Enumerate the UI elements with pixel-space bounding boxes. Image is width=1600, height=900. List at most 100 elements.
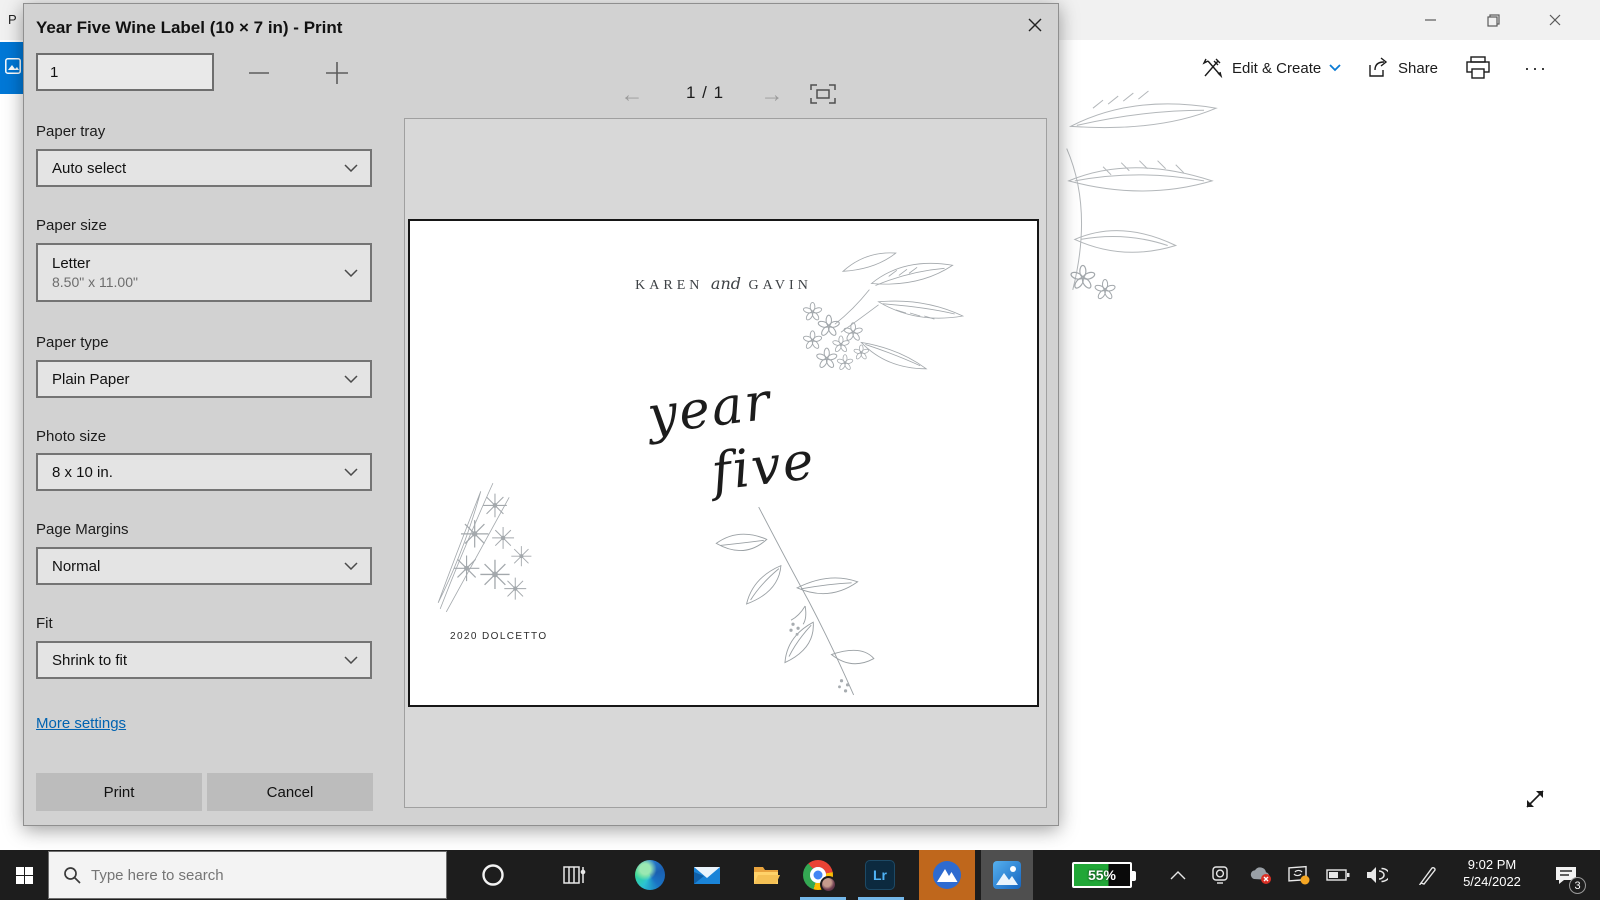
wine-label-preview-page: KAREN and GAVIN year five 2020 DOLCETTO bbox=[408, 219, 1039, 707]
battery-tray-button[interactable] bbox=[1320, 850, 1356, 900]
chevron-down-icon bbox=[344, 463, 358, 481]
print-button[interactable]: Print bbox=[36, 773, 202, 811]
task-view-icon bbox=[563, 866, 586, 884]
close-icon bbox=[1028, 18, 1042, 32]
search-icon bbox=[64, 867, 81, 884]
paper-type-label: Paper type bbox=[36, 334, 109, 351]
dialog-title: Year Five Wine Label (10 × 7 in) - Print bbox=[36, 18, 343, 37]
fit-dropdown[interactable]: Shrink to fit bbox=[36, 641, 372, 679]
paper-size-label: Paper size bbox=[36, 217, 107, 234]
page-margins-dropdown[interactable]: Normal bbox=[36, 547, 372, 585]
chrome-taskbar-button[interactable] bbox=[794, 850, 842, 900]
app-title-partial: P bbox=[8, 12, 17, 27]
photos-icon bbox=[993, 861, 1021, 889]
minimize-button[interactable] bbox=[1408, 0, 1454, 40]
photo-size-dropdown[interactable]: 8 x 10 in. bbox=[36, 453, 372, 491]
chevron-down-icon bbox=[344, 557, 358, 575]
edge-taskbar-button[interactable] bbox=[626, 850, 674, 900]
bottom-sprig-sketch bbox=[715, 506, 875, 696]
photos-taskbar-button[interactable] bbox=[981, 850, 1033, 900]
edge-icon bbox=[635, 860, 665, 890]
print-preview-panel: KAREN and GAVIN year five 2020 DOLCETTO bbox=[404, 118, 1047, 808]
start-button[interactable] bbox=[0, 850, 48, 900]
photo-size-label: Photo size bbox=[36, 428, 107, 445]
restore-button[interactable] bbox=[1470, 0, 1516, 40]
camera-tray-button[interactable] bbox=[1202, 850, 1238, 900]
clock-time: 9:02 PM bbox=[1467, 857, 1517, 872]
close-icon bbox=[1549, 14, 1561, 26]
chrome-icon bbox=[803, 860, 837, 893]
action-center-button[interactable]: 3 bbox=[1540, 850, 1592, 900]
share-label: Share bbox=[1398, 59, 1439, 77]
chevron-up-icon bbox=[1170, 871, 1186, 880]
restore-icon bbox=[1486, 13, 1500, 27]
print-button-toolbar[interactable] bbox=[1465, 40, 1491, 96]
increase-copies-button[interactable] bbox=[314, 56, 360, 90]
edit-create-icon bbox=[1202, 58, 1223, 79]
share-icon bbox=[1369, 57, 1388, 77]
pen-icon bbox=[1418, 867, 1436, 885]
battery-percentage-widget[interactable]: 55% bbox=[1072, 862, 1136, 888]
minimize-icon bbox=[1425, 19, 1436, 21]
cloud-error-icon bbox=[1250, 867, 1271, 884]
lightroom-icon: Lr bbox=[865, 860, 895, 890]
paper-tray-dropdown[interactable]: Auto select bbox=[36, 149, 372, 187]
taskbar-search[interactable] bbox=[48, 851, 447, 899]
more-settings-link[interactable]: More settings bbox=[36, 715, 126, 732]
dialog-close-button[interactable] bbox=[1018, 10, 1052, 40]
fit-to-screen-button[interactable] bbox=[809, 83, 837, 105]
clock[interactable]: 9:02 PM 5/24/2022 bbox=[1442, 856, 1542, 890]
close-window-button[interactable] bbox=[1532, 0, 1578, 40]
desktop: P Edit & Create Share ··· Year Five Wine… bbox=[0, 0, 1600, 900]
pen-tray-button[interactable] bbox=[1409, 850, 1445, 900]
paper-size-dropdown[interactable]: Letter 8.50" x 11.00" bbox=[36, 243, 372, 302]
display-sync-icon bbox=[1288, 865, 1310, 885]
background-botanical-sketch bbox=[1066, 90, 1218, 300]
cortana-icon bbox=[482, 864, 504, 886]
chevron-down-icon bbox=[344, 651, 358, 669]
file-explorer-icon bbox=[754, 867, 780, 884]
battery-icon bbox=[1326, 869, 1350, 881]
taskbar: Lr 55% bbox=[0, 850, 1600, 900]
paper-type-dropdown[interactable]: Plain Paper bbox=[36, 360, 372, 398]
cancel-button[interactable]: Cancel bbox=[207, 773, 373, 811]
file-explorer-taskbar-button[interactable] bbox=[742, 850, 790, 900]
minus-icon bbox=[249, 72, 269, 74]
fit-label: Fit bbox=[36, 615, 53, 632]
paper-tray-label: Paper tray bbox=[36, 123, 106, 140]
names-joiner: and bbox=[710, 274, 741, 293]
chevron-down-icon bbox=[344, 370, 358, 388]
task-view-button[interactable] bbox=[551, 850, 599, 900]
expand-fullscreen-button[interactable] bbox=[1522, 786, 1552, 816]
display-sync-tray-button[interactable] bbox=[1281, 850, 1317, 900]
volume-tray-button[interactable] bbox=[1359, 850, 1395, 900]
arrow-right-icon: → bbox=[760, 80, 784, 107]
edit-create-label: Edit & Create bbox=[1232, 59, 1322, 77]
ellipsis-icon: ··· bbox=[1524, 57, 1548, 78]
previous-page-button[interactable]: ← bbox=[612, 78, 652, 110]
mail-taskbar-button[interactable] bbox=[683, 850, 731, 900]
volume-icon bbox=[1367, 867, 1388, 883]
lightroom-taskbar-button[interactable]: Lr bbox=[856, 850, 904, 900]
share-button[interactable]: Share bbox=[1366, 40, 1438, 96]
notification-count-badge: 3 bbox=[1569, 877, 1586, 894]
next-page-button[interactable]: → bbox=[752, 78, 792, 110]
decrease-copies-button[interactable] bbox=[236, 56, 282, 90]
photos-glyph-icon bbox=[5, 58, 21, 74]
cortana-button[interactable] bbox=[469, 850, 517, 900]
search-input[interactable] bbox=[91, 866, 391, 884]
left-flowers-sketch bbox=[437, 482, 532, 613]
mail-icon bbox=[694, 867, 720, 884]
plus-icon bbox=[326, 62, 348, 84]
nordvpn-taskbar-button[interactable] bbox=[919, 850, 975, 900]
clock-date: 5/24/2022 bbox=[1463, 874, 1521, 889]
onedrive-tray-button[interactable] bbox=[1243, 850, 1279, 900]
chevron-down-icon bbox=[344, 159, 358, 177]
see-more-button[interactable]: ··· bbox=[1524, 40, 1548, 96]
vintage-text: 2020 DOLCETTO bbox=[450, 631, 548, 642]
page-margins-label: Page Margins bbox=[36, 521, 129, 538]
page-indicator: 1 / 1 bbox=[685, 83, 725, 102]
show-hidden-icons-button[interactable] bbox=[1160, 850, 1196, 900]
nordvpn-icon bbox=[933, 861, 961, 889]
copies-input[interactable] bbox=[36, 53, 214, 91]
